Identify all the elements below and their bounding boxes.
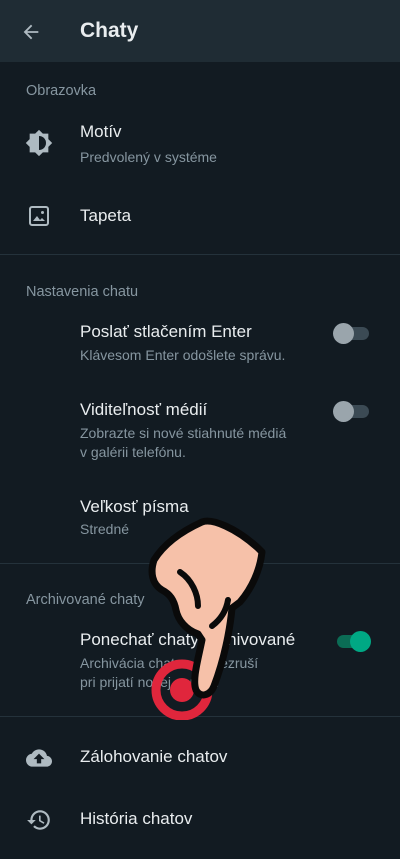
theme-subtitle: Predvolený v systéme	[80, 149, 217, 165]
divider	[0, 254, 400, 255]
media-visibility-subtitle-line1: Zobrazte si nové stiahnuté médiá	[80, 425, 287, 441]
media-visibility-title: Viditeľnosť médií	[80, 400, 208, 419]
theme-title: Motív	[80, 122, 122, 141]
media-visibility-subtitle-line2: v galérii telefónu.	[80, 444, 186, 460]
media-visibility-toggle[interactable]	[333, 399, 371, 423]
section-header-display: Obrazovka	[26, 83, 97, 99]
enter-send-subtitle: Klávesom Enter odošlete správu.	[80, 347, 286, 363]
section-header-archived: Archivované chaty	[26, 592, 145, 608]
history-icon	[24, 805, 54, 835]
enter-send-title: Poslať stlačením Enter	[80, 322, 252, 341]
brightness-icon	[24, 128, 54, 158]
chat-history-title: História chatov	[80, 809, 193, 828]
wallpaper-title: Tapeta	[80, 206, 132, 225]
cloud-upload-icon	[24, 743, 54, 773]
chat-backup-title: Zálohovanie chatov	[80, 747, 228, 766]
tap-gesture-hand-icon	[148, 517, 266, 720]
back-arrow-icon[interactable]	[16, 17, 46, 47]
wallpaper-icon	[24, 201, 54, 231]
enter-send-toggle[interactable]	[333, 321, 371, 345]
section-header-chat-settings: Nastavenia chatu	[26, 284, 139, 300]
page-title: Chaty	[80, 19, 139, 42]
app-bar: Chaty	[0, 0, 400, 62]
keep-archived-toggle[interactable]	[333, 629, 371, 653]
